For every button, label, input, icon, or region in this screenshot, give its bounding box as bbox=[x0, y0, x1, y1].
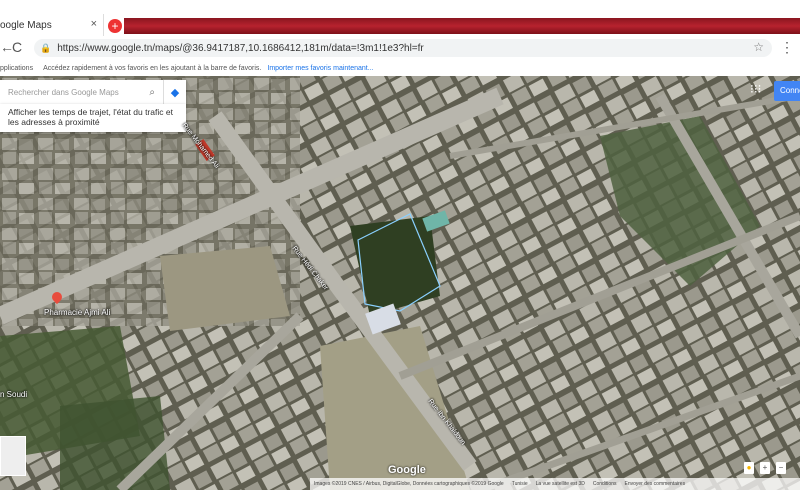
bookmarks-hint: Accédez rapidement à vos favoris en les … bbox=[43, 64, 262, 72]
zoom-in-icon[interactable]: + bbox=[760, 462, 770, 474]
google-logo: Google bbox=[388, 464, 426, 476]
tab-bar: oogle Maps × + bbox=[0, 0, 800, 36]
browser-toolbar: ← C 🔒 https://www.google.tn/maps/@36.941… bbox=[0, 36, 800, 61]
tab-strip-background bbox=[124, 18, 800, 34]
bookmarks-apps[interactable]: pplications bbox=[0, 65, 33, 72]
search-input[interactable]: Rechercher dans Google Maps bbox=[0, 88, 149, 97]
lock-icon: 🔒 bbox=[40, 42, 52, 53]
map-controls: ● + − bbox=[744, 462, 786, 474]
conditions-link[interactable]: Conditions bbox=[593, 481, 617, 487]
feedback-link[interactable]: Envoyer des commentaires bbox=[624, 481, 685, 487]
new-tab-button[interactable]: + bbox=[108, 19, 122, 33]
search-icon[interactable]: ⌕ bbox=[149, 87, 155, 98]
reload-icon[interactable]: C bbox=[12, 39, 22, 55]
bookmarks-bar: pplications Accédez rapidement à vos fav… bbox=[0, 60, 800, 76]
directions-icon[interactable]: ◆ bbox=[163, 80, 186, 104]
browser-menu-icon[interactable]: ⋮ bbox=[780, 39, 794, 56]
address-bar[interactable]: 🔒 https://www.google.tn/maps/@36.9417187… bbox=[34, 39, 772, 57]
apps-grid-icon[interactable]: ⁝⁝⁝ bbox=[750, 82, 761, 96]
attribution-text: Images ©2019 CNES / Airbus, DigitalGlobe… bbox=[314, 481, 504, 487]
bookmark-star-icon[interactable]: ☆ bbox=[753, 40, 764, 54]
pegman-icon[interactable]: ● bbox=[744, 462, 754, 474]
map-search-box[interactable]: Rechercher dans Google Maps ⌕ ◆ bbox=[0, 80, 186, 104]
layer-thumbnail[interactable] bbox=[0, 436, 26, 476]
sign-in-button[interactable]: Conne bbox=[774, 81, 800, 101]
close-icon[interactable]: × bbox=[91, 18, 97, 30]
map-attribution-bar: Images ©2019 CNES / Airbus, DigitalGlobe… bbox=[310, 478, 800, 490]
poi-label-pharmacy[interactable]: Pharmacie Ajmi Ali bbox=[44, 308, 110, 317]
scale-note: La vue satellite est 3D bbox=[535, 481, 585, 487]
zoom-out-icon[interactable]: − bbox=[776, 462, 786, 474]
import-bookmarks-link[interactable]: Importer mes favoris maintenant... bbox=[267, 65, 373, 72]
page-bottom bbox=[0, 490, 800, 500]
terms-link[interactable]: Tunisie bbox=[512, 481, 528, 487]
url-text: https://www.google.tn/maps/@36.9417187,1… bbox=[57, 42, 424, 54]
tab-google-maps[interactable]: oogle Maps × bbox=[0, 14, 104, 36]
satellite-map[interactable] bbox=[0, 76, 800, 490]
tab-label: oogle Maps bbox=[0, 19, 52, 31]
satellite-imagery bbox=[0, 76, 800, 490]
promo-text: Afficher les temps de trajet, l'état du … bbox=[0, 104, 186, 132]
place-label: n Soudi bbox=[0, 390, 28, 399]
